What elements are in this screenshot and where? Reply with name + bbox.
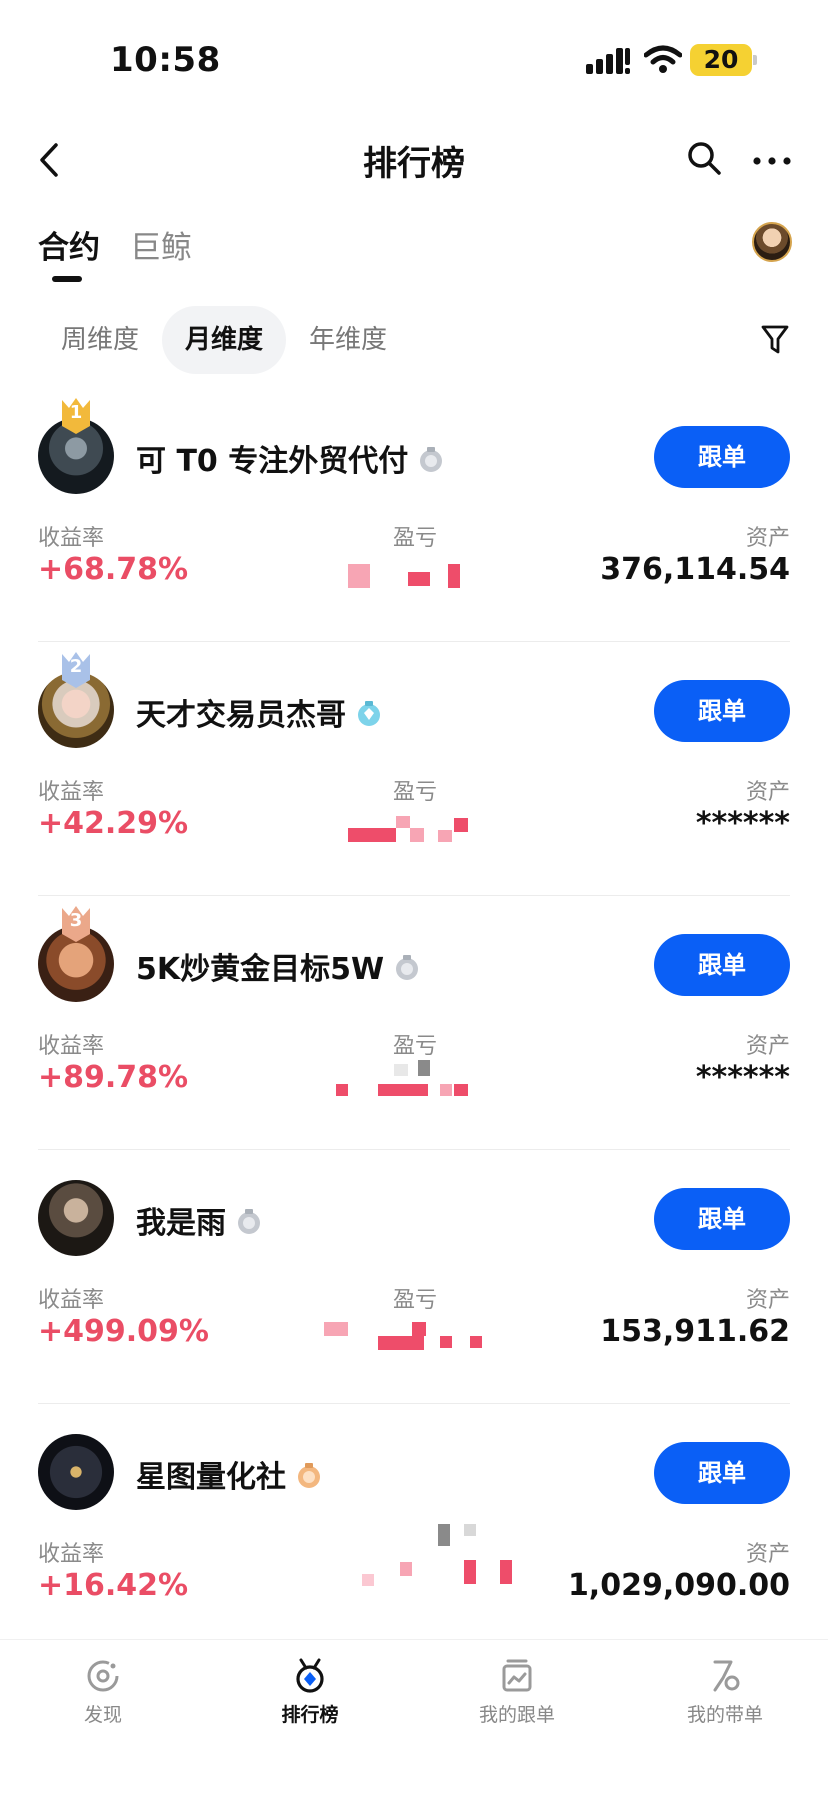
rank-badge: 1: [58, 396, 94, 436]
period-tab-weekly[interactable]: 周维度: [52, 306, 148, 374]
diamond-level-badge-icon: [358, 700, 380, 726]
return-rate-value: +89.78%: [38, 1060, 189, 1095]
trader-name: 星图量化社: [136, 1452, 322, 1496]
follow-button[interactable]: 跟单: [654, 934, 790, 996]
assets-value: ******: [695, 806, 790, 841]
nav-my-lead-trades[interactable]: 我的带单: [665, 1658, 785, 1727]
my-copy-trades-icon: [502, 1659, 532, 1692]
return-rate-label: 收益率: [38, 526, 105, 551]
battery-indicator: 20: [690, 44, 757, 76]
nav-label: 发现: [83, 1704, 122, 1726]
trader-name-text: 我是雨: [136, 1206, 226, 1241]
user-avatar[interactable]: [752, 222, 792, 262]
pnl-pixelated-value: [324, 1310, 488, 1360]
return-rate-label: 收益率: [38, 1034, 105, 1059]
trader-card[interactable]: 2 天才交易员杰哥 跟单 收益率 盈亏 资产 +42.29% ******: [38, 642, 790, 896]
return-rate-value: +68.78%: [38, 552, 189, 587]
trader-name: 5K炒黄金目标5W: [136, 944, 420, 988]
trader-name-text: 星图量化社: [136, 1460, 286, 1495]
filter-icon[interactable]: [760, 324, 790, 356]
follow-button[interactable]: 跟单: [654, 680, 790, 742]
trader-name-text: 5K炒黄金目标5W: [136, 952, 385, 987]
rank-number: 1: [69, 402, 83, 423]
trader-card[interactable]: 1 可 T0 专注外贸代付 跟单 收益率 盈亏 资产 +68.78% 376,1…: [38, 388, 790, 642]
return-rate-value: +499.09%: [38, 1314, 209, 1349]
tab-contracts[interactable]: 合约: [38, 222, 100, 267]
trader-name: 天才交易员杰哥: [136, 690, 382, 734]
rank-number: 2: [69, 656, 83, 677]
assets-value: 153,911.62: [600, 1314, 790, 1349]
trader-name-text: 天才交易员杰哥: [136, 698, 346, 733]
rank-badge: 2: [58, 650, 94, 690]
pnl-pixelated-value: [348, 548, 488, 598]
return-rate-label: 收益率: [38, 1542, 105, 1567]
cellular-signal-icon: [586, 48, 630, 74]
assets-label: 资产: [745, 1288, 790, 1313]
assets-label: 资产: [745, 780, 790, 805]
silver-level-badge-icon: [396, 954, 419, 980]
return-rate-label: 收益率: [38, 780, 105, 805]
trader-name-text: 可 T0 专注外贸代付: [136, 444, 409, 479]
follow-button[interactable]: 跟单: [654, 1442, 790, 1504]
nav-label: 排行榜: [281, 1704, 339, 1726]
search-icon[interactable]: [686, 140, 722, 176]
status-time: 10:58: [110, 40, 221, 80]
status-bar: 10:58 20: [0, 0, 828, 120]
return-rate-value: +42.29%: [38, 806, 189, 841]
ranking-medal-icon: [296, 1658, 324, 1693]
discover-icon: [87, 1660, 119, 1692]
period-tab-monthly[interactable]: 月维度: [162, 306, 286, 374]
trader-avatar: [38, 1180, 114, 1256]
more-options-icon[interactable]: [752, 156, 792, 166]
active-tab-indicator: [52, 276, 82, 282]
pnl-pixelated-value: [348, 802, 488, 852]
top-tabs: 合约 巨鲸: [0, 214, 828, 294]
trader-card[interactable]: 我是雨 跟单 收益率 盈亏 资产 +499.09% 153,911.62: [38, 1150, 790, 1404]
follow-button[interactable]: 跟单: [654, 426, 790, 488]
nav-label: 我的跟单: [478, 1704, 555, 1726]
assets-label: 资产: [745, 1034, 790, 1059]
nav-my-copy-trades[interactable]: 我的跟单: [457, 1658, 577, 1727]
trader-name: 可 T0 专注外贸代付: [136, 436, 444, 480]
wifi-icon: [644, 45, 682, 73]
pnl-pixelated-value: [348, 1524, 512, 1614]
assets-label: 资产: [745, 526, 790, 551]
pnl-pixelated-value: [336, 1056, 488, 1106]
assets-label: 资产: [745, 1542, 790, 1567]
period-tab-yearly[interactable]: 年维度: [300, 306, 396, 374]
silver-level-badge-icon: [420, 446, 443, 472]
nav-label: 我的带单: [686, 1704, 763, 1726]
silver-level-badge-icon: [238, 1208, 260, 1234]
my-lead-trades-icon: [713, 1660, 740, 1692]
follow-button[interactable]: 跟单: [654, 1188, 790, 1250]
rank-badge: 3: [58, 904, 94, 944]
assets-value: 1,029,090.00: [567, 1568, 790, 1603]
assets-value: ******: [695, 1060, 790, 1095]
period-tabs: 周维度 月维度 年维度: [0, 306, 828, 376]
return-rate-value: +16.42%: [38, 1568, 189, 1603]
bronze-level-badge-icon: [298, 1462, 320, 1488]
trader-name: 我是雨: [136, 1198, 262, 1242]
nav-ranking[interactable]: 排行榜: [250, 1658, 370, 1727]
assets-value: 376,114.54: [600, 552, 790, 587]
header: 排行榜: [0, 120, 828, 200]
trader-avatar: [38, 1434, 114, 1510]
bottom-navigation: 发现 排行榜 我的跟单 我的带单: [0, 1640, 828, 1800]
rank-number: 3: [69, 910, 83, 931]
trader-card[interactable]: 星图量化社 跟单 收益率 资产 +16.42% 1,029,090.00: [38, 1404, 790, 1658]
nav-discover[interactable]: 发现: [43, 1658, 163, 1727]
trader-card[interactable]: 3 5K炒黄金目标5W 跟单 收益率 盈亏 资产 +89.78% ******: [38, 896, 790, 1150]
tab-whales[interactable]: 巨鲸: [130, 222, 192, 267]
return-rate-label: 收益率: [38, 1288, 105, 1313]
